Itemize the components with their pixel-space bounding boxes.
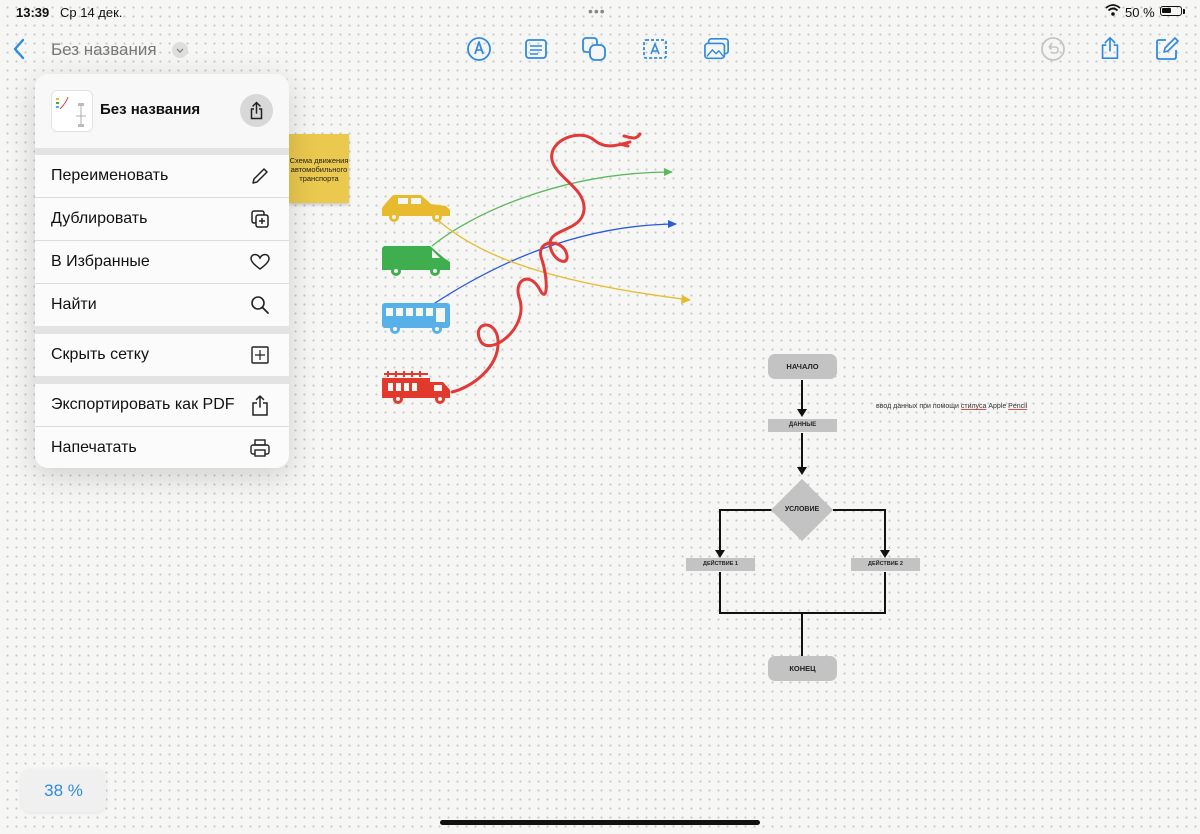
share-icon-small	[250, 101, 263, 120]
menu-share-button[interactable]	[240, 94, 273, 127]
menu-item-rename[interactable]: Переименовать	[35, 155, 289, 197]
menu-item-hide-grid[interactable]: Скрыть сетку	[35, 334, 289, 376]
yellow-arrow	[431, 214, 691, 301]
note-underlined-word-2: Pencil	[1008, 403, 1028, 410]
fire-truck-icon	[382, 371, 450, 404]
export-icon	[252, 394, 268, 416]
blue-arrowhead	[668, 220, 677, 228]
menu-item-label: Дублировать	[51, 210, 148, 227]
menu-item-duplicate[interactable]: Дублировать	[35, 198, 289, 240]
menu-item-favorites[interactable]: В Избранные	[35, 241, 289, 283]
printer-icon	[250, 439, 270, 457]
menu-item-label: Найти	[51, 296, 97, 313]
menu-separator	[35, 326, 289, 334]
flowchart-action-1[interactable]: ДЕЙСТВИЕ 1	[686, 558, 755, 571]
flowchart-data[interactable]: ДАННЫЕ	[768, 419, 837, 432]
menu-item-find[interactable]: Найти	[35, 284, 289, 326]
car-icon	[382, 195, 450, 222]
document-menu: Без названия Переименовать Дублировать В…	[35, 74, 289, 468]
menu-item-label: Экспортировать как PDF	[51, 396, 235, 413]
flowchart-start[interactable]: НАЧАЛО	[768, 354, 837, 379]
flowchart-action-2[interactable]: ДЕЙСТВИЕ 2	[851, 558, 920, 571]
heart-icon	[250, 253, 270, 270]
flowchart-condition-label: УСЛОВИЕ	[784, 506, 820, 513]
green-arrow	[431, 171, 673, 247]
duplicate-icon	[251, 210, 269, 228]
menu-item-export-pdf[interactable]: Экспортировать как PDF	[35, 384, 289, 426]
menu-item-label: Скрыть сетку	[51, 346, 149, 363]
document-thumbnail	[51, 90, 93, 132]
zoom-level[interactable]: 38 %	[21, 769, 106, 812]
menu-item-label: Напечатать	[51, 439, 137, 456]
menu-header: Без названия	[35, 74, 289, 148]
menu-separator	[35, 376, 289, 384]
menu-item-label: Переименовать	[51, 167, 169, 184]
yellow-arrowhead	[681, 295, 691, 304]
red-scribble	[450, 132, 642, 394]
magnifier-icon	[251, 296, 269, 314]
canvas-text-note[interactable]: ввод данных при помощи стилуса Apple Pen…	[876, 403, 1027, 410]
menu-document-title: Без названия	[100, 101, 201, 118]
bus-icon	[382, 303, 450, 334]
flowchart-end[interactable]: КОНЕЦ	[768, 656, 837, 681]
pencil-icon	[252, 168, 268, 184]
note-text: ввод данных при помощи	[876, 403, 961, 410]
menu-item-label: В Избранные	[51, 253, 150, 270]
menu-item-print[interactable]: Напечатать	[35, 427, 289, 468]
van-icon	[382, 246, 450, 276]
menu-separator	[35, 148, 289, 155]
note-text-middle: Apple	[986, 403, 1009, 410]
green-arrowhead	[664, 168, 673, 176]
grid-icon	[251, 346, 269, 364]
note-underlined-word: стилуса	[960, 403, 987, 410]
home-indicator	[440, 820, 760, 825]
